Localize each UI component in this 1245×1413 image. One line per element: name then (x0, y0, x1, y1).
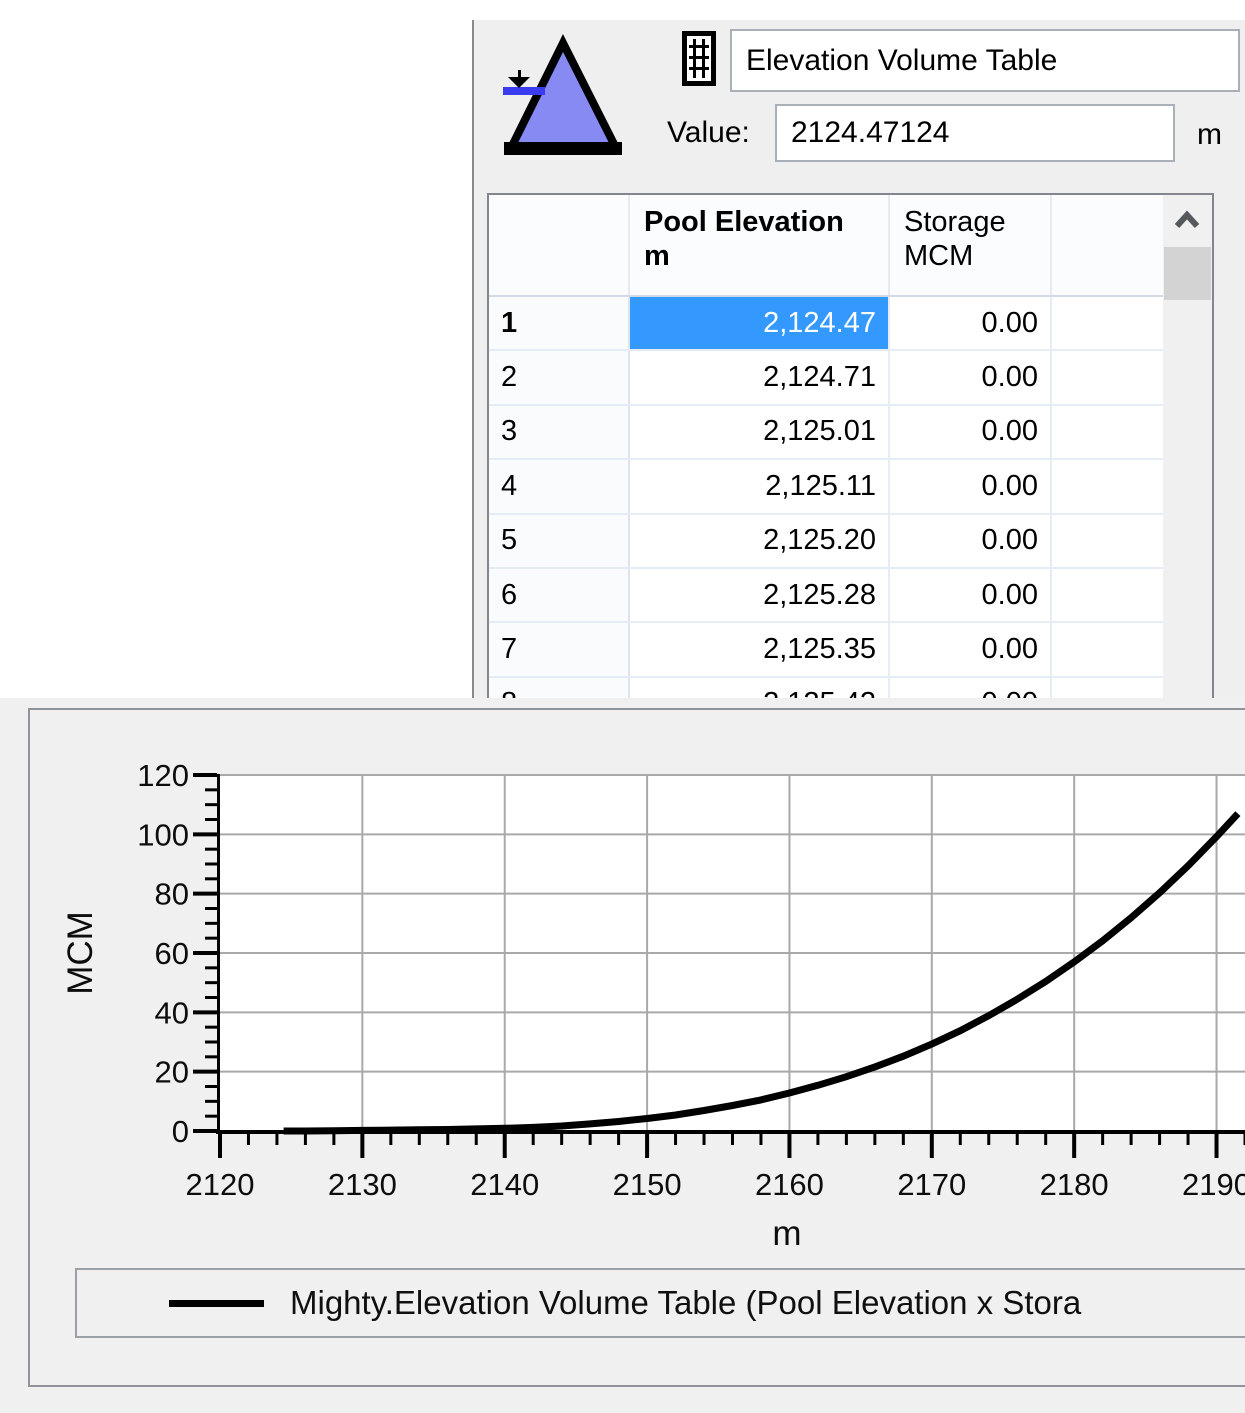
table-header: Pool Elevation m Storage MCM (489, 195, 1212, 297)
storage-cell[interactable]: 0.00 (890, 678, 1052, 698)
value-text: 2124.47124 (791, 116, 950, 150)
y-axis-title: MCM (61, 911, 100, 995)
scrollbar-thumb[interactable] (1164, 247, 1211, 300)
x-tick-label: 2180 (1040, 1167, 1109, 1202)
table-row: 82,125.420.00 (489, 678, 1212, 698)
x-tick-label: 2170 (897, 1167, 966, 1202)
storage-cell[interactable]: 0.00 (890, 515, 1052, 567)
storage-cell[interactable]: 0.00 (890, 460, 1052, 512)
storage-cell[interactable]: 0.00 (890, 623, 1052, 675)
x-tick-label: 2150 (613, 1167, 682, 1202)
header-storage[interactable]: Storage MCM (890, 195, 1052, 295)
table-row: 22,124.710.00 (489, 351, 1212, 405)
legend-line-swatch (169, 1300, 264, 1307)
value-label: Value: (667, 116, 750, 150)
unit-label: m (1197, 118, 1222, 152)
table-row: 52,125.200.00 (489, 515, 1212, 569)
y-tick-label: 100 (137, 817, 189, 852)
storage-cell[interactable]: 0.00 (890, 351, 1052, 403)
legend-label: Mighty.Elevation Volume Table (Pool Elev… (290, 1284, 1081, 1322)
pool-elevation-cell[interactable]: 2,124.71 (630, 351, 890, 403)
storage-cell[interactable]: 0.00 (890, 569, 1052, 621)
elevation-volume-table: Pool Elevation m Storage MCM 12,124.470.… (487, 193, 1214, 698)
row-number[interactable]: 8 (489, 678, 630, 698)
chart-legend: Mighty.Elevation Volume Table (Pool Elev… (75, 1268, 1245, 1338)
pool-elevation-cell[interactable]: 2,125.01 (630, 406, 890, 458)
table-row: 32,125.010.00 (489, 406, 1212, 460)
reservoir-icon (496, 33, 626, 159)
row-number[interactable]: 6 (489, 569, 630, 621)
pool-elevation-cell[interactable]: 2,125.42 (630, 678, 890, 698)
table-row: 62,125.280.00 (489, 569, 1212, 623)
scroll-up-icon[interactable] (1173, 209, 1201, 233)
row-number[interactable]: 2 (489, 351, 630, 403)
x-tick-label: 2190 (1182, 1167, 1245, 1202)
value-field[interactable]: 2124.47124 (775, 104, 1175, 162)
x-axis-title: m (772, 1214, 801, 1253)
slot-editor-pane: Elevation Volume Table Value: 2124.47124… (474, 20, 1245, 698)
chart-window: 2120 2130 2140 2150 2160 2170 2180 2190 0 20 40 60 8… (0, 698, 1245, 1413)
y-tick-label: 0 (172, 1114, 189, 1149)
y-tick-label: 60 (155, 936, 189, 971)
x-tick-label: 2130 (328, 1167, 397, 1202)
storage-cell[interactable]: 0.00 (890, 406, 1052, 458)
table-row: 72,125.350.00 (489, 623, 1212, 677)
pool-elevation-cell[interactable]: 2,125.28 (630, 569, 890, 621)
row-number[interactable]: 5 (489, 515, 630, 567)
table-rows: 12,124.470.0022,124.710.0032,125.010.004… (489, 297, 1212, 698)
y-tick-label: 20 (155, 1055, 189, 1090)
x-tick-label: 2140 (470, 1167, 539, 1202)
slot-name-field[interactable]: Elevation Volume Table (730, 29, 1240, 92)
y-tick-label: 120 (137, 758, 189, 793)
y-tick-label: 40 (155, 995, 189, 1030)
header-corner (489, 195, 630, 295)
table-grid-icon (682, 31, 716, 86)
row-number[interactable]: 1 (489, 297, 630, 349)
table-row: 12,124.470.00 (489, 297, 1212, 351)
pool-elevation-cell[interactable]: 2,125.20 (630, 515, 890, 567)
x-tick-label: 2160 (755, 1167, 824, 1202)
pool-elevation-cell[interactable]: 2,124.47 (630, 297, 890, 349)
pool-elevation-cell[interactable]: 2,125.35 (630, 623, 890, 675)
slot-name-text: Elevation Volume Table (746, 44, 1057, 78)
storage-cell[interactable]: 0.00 (890, 297, 1052, 349)
pool-elevation-cell[interactable]: 2,125.11 (630, 460, 890, 512)
table-scrollbar[interactable] (1163, 195, 1212, 698)
y-tick-label: 80 (155, 877, 189, 912)
row-number[interactable]: 4 (489, 460, 630, 512)
x-tick-label: 2120 (186, 1167, 255, 1202)
screen: Elevation Volume Table Value: 2124.47124… (0, 0, 1245, 1413)
header-pool-elevation[interactable]: Pool Elevation m (630, 195, 890, 295)
table-row: 42,125.110.00 (489, 460, 1212, 514)
row-number[interactable]: 7 (489, 623, 630, 675)
row-number[interactable]: 3 (489, 406, 630, 458)
